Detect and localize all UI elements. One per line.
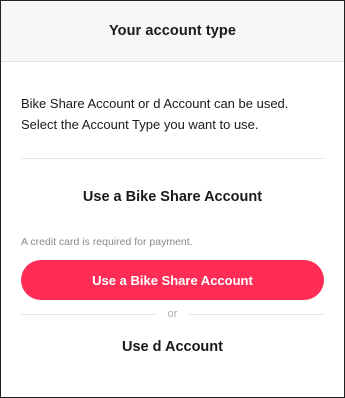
intro-line-1: Bike Share Account or d Account can be u…: [21, 96, 289, 111]
use-bike-share-account-button-label: Use a Bike Share Account: [92, 272, 253, 288]
bike-share-heading: Use a Bike Share Account: [82, 189, 263, 205]
page-title: Your account type: [108, 23, 237, 39]
credit-card-note: A credit card is required for payment.: [21, 236, 193, 248]
use-bike-share-account-button[interactable]: Use a Bike Share Account: [21, 260, 324, 300]
or-line-left: [21, 313, 156, 315]
navigation-header: Your account type: [1, 1, 344, 62]
app-screen: Your account type Bike Share Account or …: [0, 0, 345, 398]
or-line-right: [189, 313, 324, 315]
intro-line-2: Select the Account Type you want to use.: [21, 117, 259, 132]
intro-text: Bike Share Account or d Account can be u…: [1, 62, 344, 135]
section-divider: [21, 158, 324, 159]
or-label: or: [167, 308, 178, 320]
or-separator: or: [21, 304, 324, 324]
d-account-heading: Use d Account: [122, 339, 223, 355]
